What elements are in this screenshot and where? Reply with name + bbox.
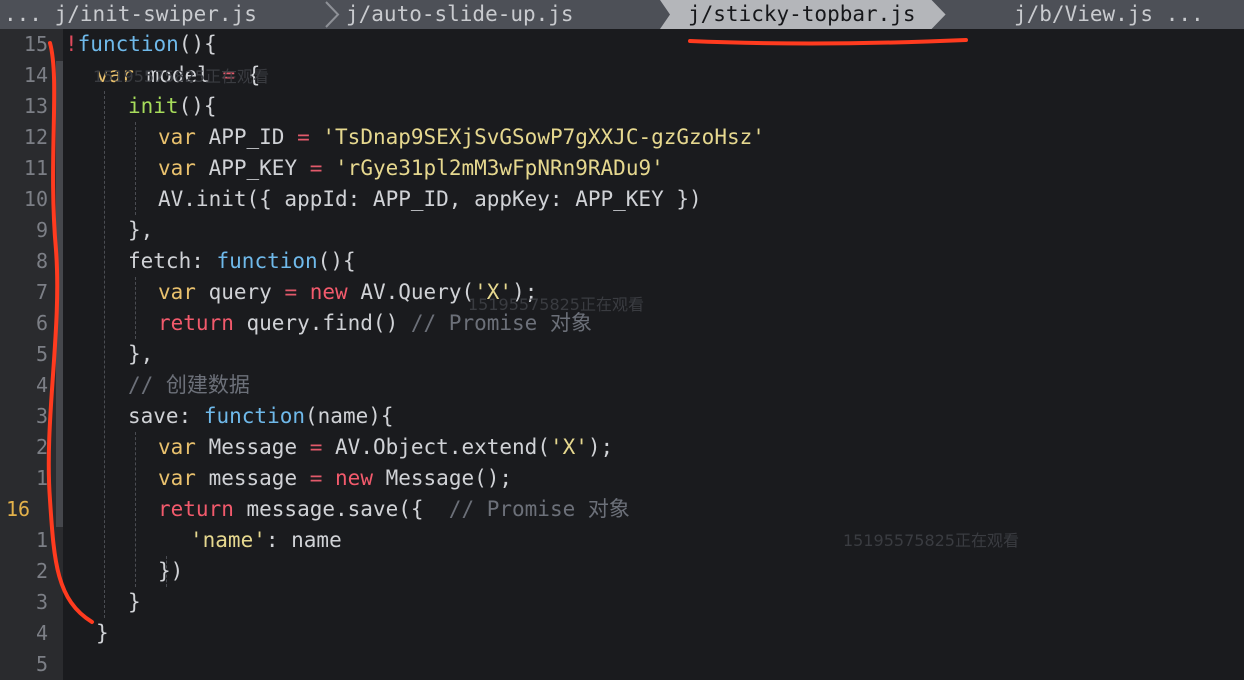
code-line: fetch: function(){: [128, 249, 356, 273]
code-line: }: [96, 621, 109, 645]
tab-bar: ... j/init-swiper.js j/auto-slide-up.js …: [0, 0, 1244, 29]
code-line: }: [128, 590, 141, 614]
line-number: 4: [35, 373, 48, 397]
code-line: AV.init({ appId: APP_ID, appKey: APP_KEY…: [158, 187, 702, 211]
code-line: !function(){: [65, 32, 217, 56]
breadcrumb-chevron-icon: [325, 1, 340, 28]
line-number: 6: [35, 311, 48, 335]
tab-auto-slide-up[interactable]: j/auto-slide-up.js: [346, 0, 574, 29]
code-line: var Message = AV.Object.extend('X');: [158, 435, 614, 459]
indent-guide: [135, 277, 136, 339]
indent-guide: [135, 122, 136, 215]
code-line: init(){: [128, 94, 217, 118]
line-number: 7: [35, 280, 48, 304]
tab-sticky-topbar[interactable]: j/sticky-topbar.js: [660, 0, 946, 29]
code-line-current: return message.save({ // Promise 对象: [158, 497, 630, 521]
line-number: 12: [23, 125, 48, 149]
indent-guide: [135, 432, 136, 587]
line-number: 1: [35, 528, 48, 552]
code-line: 'name': name: [190, 528, 342, 552]
code-line: }): [158, 559, 184, 583]
indent-guide: [104, 91, 105, 618]
viewer-watermark: 15195575825正在观看: [468, 295, 644, 314]
code-line: },: [128, 218, 154, 242]
code-line: var APP_KEY = 'rGye31pl2mM3wFpNRn9RADu9': [158, 156, 664, 180]
line-number: 5: [35, 342, 48, 366]
viewer-watermark: 15195575825正在观看: [93, 67, 269, 86]
code-line: },: [128, 342, 154, 366]
code-editor[interactable]: !function(){ var model = { init(){ var A…: [63, 29, 1244, 680]
git-change-marker: [56, 61, 63, 527]
line-number: 14: [23, 63, 48, 87]
code-line: var APP_ID = 'TsDnap9SEXjSvGSowP7gXXJC-g…: [158, 125, 765, 149]
line-number: 15: [23, 32, 48, 56]
line-number: 1: [35, 466, 48, 490]
line-number: 11: [23, 156, 48, 180]
line-number: 13: [23, 94, 48, 118]
line-number: 2: [35, 435, 48, 459]
tab-init-swiper[interactable]: ... j/init-swiper.js: [4, 0, 257, 29]
line-number: 5: [35, 652, 48, 676]
viewer-watermark: 15195575825正在观看: [843, 531, 1019, 550]
code-line: // 创建数据: [128, 373, 250, 397]
line-number: 10: [23, 187, 48, 211]
code-line: var message = new Message();: [158, 466, 513, 490]
line-number: 9: [35, 218, 48, 242]
code-line: save: function(name){: [128, 404, 394, 428]
line-number-gutter: 15 14 13 12 11 10 9 8 7 6 5 4 3 2 1 16 1…: [0, 29, 63, 680]
current-line-number: 16: [6, 497, 31, 521]
line-number: 4: [35, 621, 48, 645]
line-number: 2: [35, 559, 48, 583]
tab-view[interactable]: j/b/View.js ...: [1014, 0, 1204, 29]
line-number: 3: [35, 590, 48, 614]
line-number: 3: [35, 404, 48, 428]
line-number: 8: [35, 249, 48, 273]
